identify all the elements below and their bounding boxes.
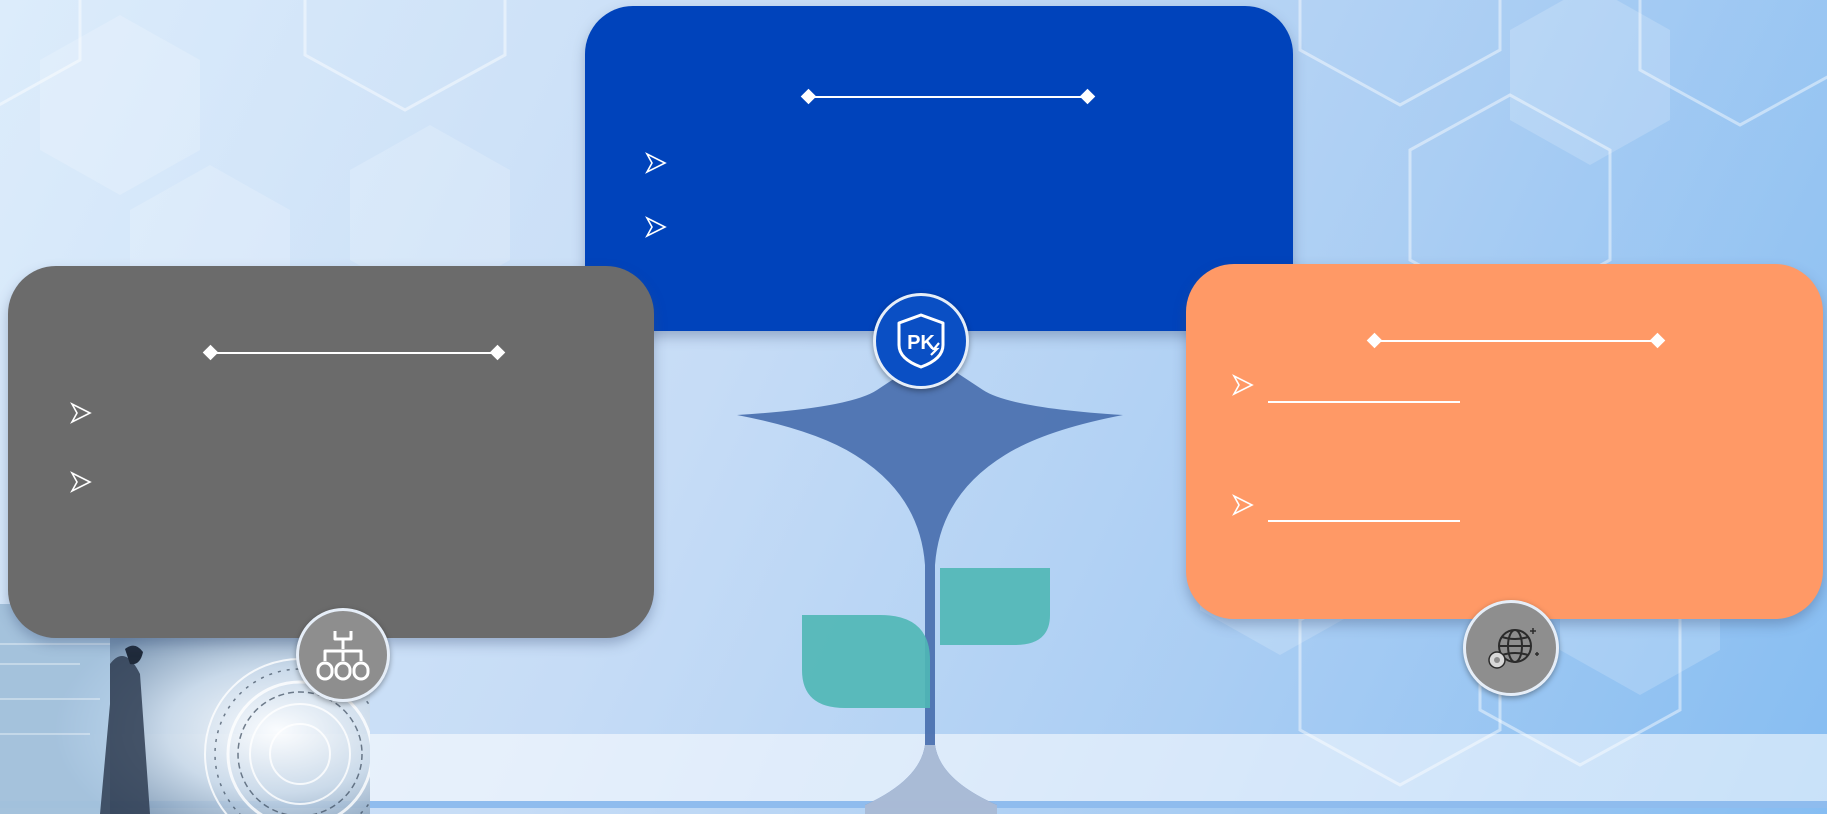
pk-shield-label: PK xyxy=(907,332,935,354)
arrowhead-bullet-icon xyxy=(1232,374,1254,396)
card-divider xyxy=(202,344,506,362)
arrowhead-bullet-icon xyxy=(70,471,92,493)
sprout-plant-icon xyxy=(737,355,1123,814)
right-badge xyxy=(1463,600,1559,696)
top-info-card xyxy=(585,6,1293,331)
card-divider xyxy=(800,88,1096,106)
right-card-underline-2 xyxy=(1268,520,1460,522)
arrowhead-bullet-icon xyxy=(645,152,667,174)
left-info-card xyxy=(8,266,654,638)
arrowhead-bullet-icon xyxy=(70,402,92,424)
left-badge xyxy=(296,608,390,702)
hierarchy-network-icon xyxy=(316,631,370,681)
arrowhead-bullet-icon xyxy=(645,216,667,238)
card-divider xyxy=(1366,332,1666,350)
arrowhead-bullet-icon xyxy=(1232,494,1254,516)
top-badge: PK xyxy=(873,293,969,389)
globe-gear-icon xyxy=(1488,628,1539,669)
pk-shield-icon: PK xyxy=(897,313,945,369)
right-card-underline-1 xyxy=(1268,401,1460,403)
right-info-card xyxy=(1186,264,1823,619)
